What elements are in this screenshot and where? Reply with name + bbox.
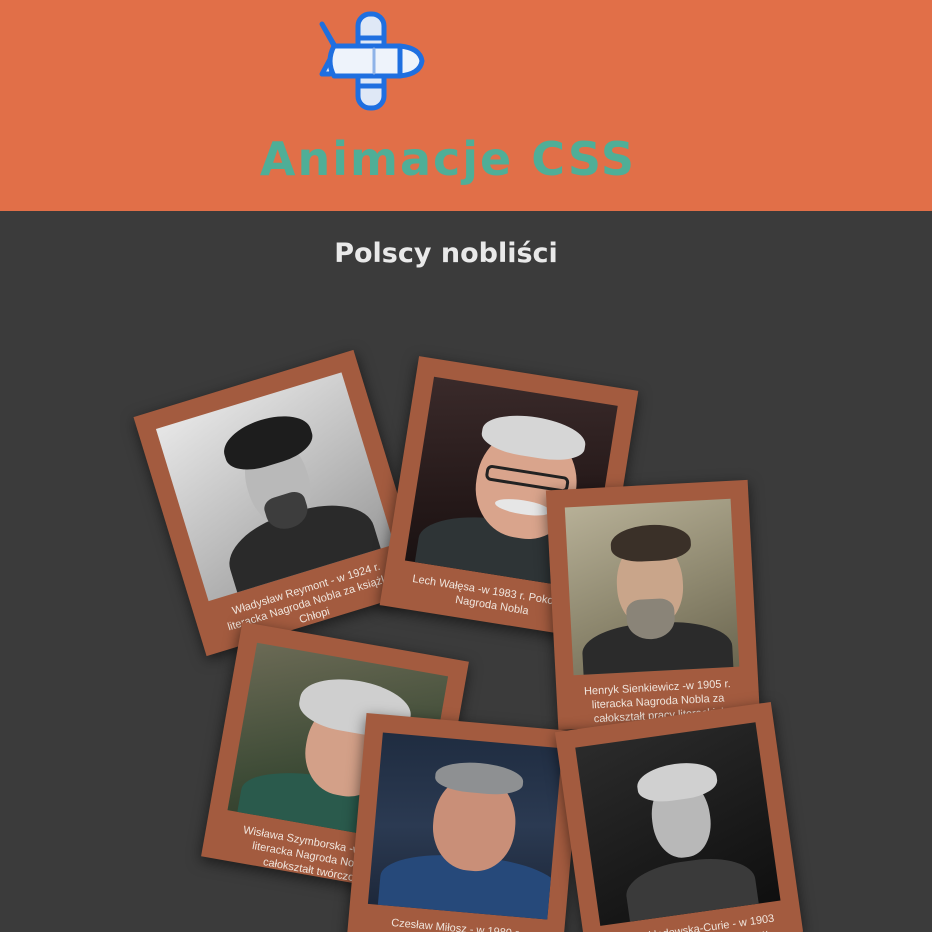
nobel-gallery: Władysław Reymont - w 1924 r. literacka … — [0, 0, 932, 932]
photo-curie — [575, 722, 781, 926]
card-milosz[interactable]: Czesław Miłosz - w 1980 r. literacka Nag… — [346, 713, 582, 932]
photo-sienkiewicz — [564, 498, 740, 676]
card-reymont[interactable]: Władysław Reymont - w 1924 r. literacka … — [133, 349, 427, 657]
card-curie[interactable]: Maria Skłodowska-Curie - w 1903 r. w dzi… — [554, 701, 804, 932]
photo-milosz — [367, 732, 563, 920]
card-sienkiewicz[interactable]: Henryk Sienkiewicz -w 1905 r. literacka … — [545, 479, 761, 731]
